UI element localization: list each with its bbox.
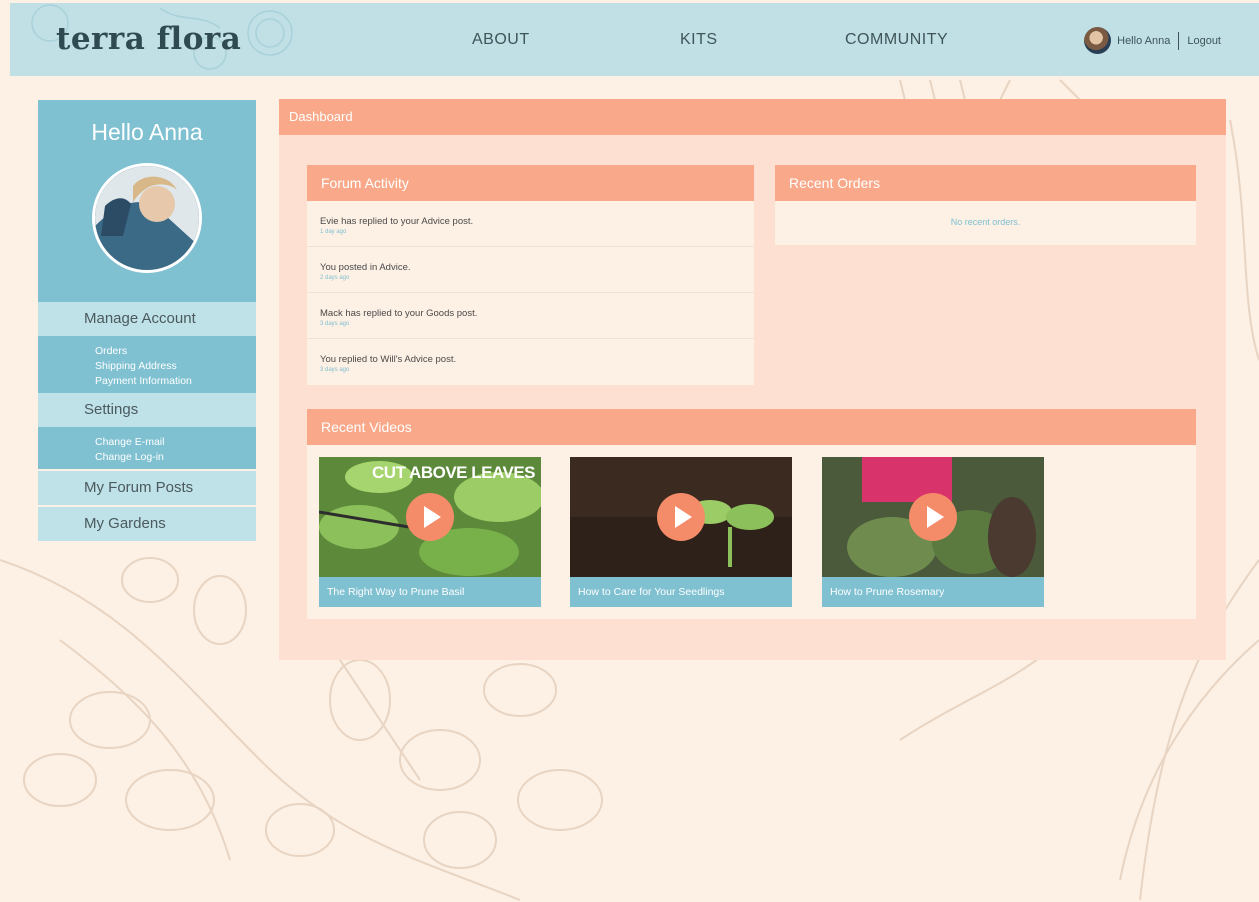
play-icon[interactable] [406, 493, 454, 541]
video-caption[interactable]: How to Prune Rosemary [822, 577, 1044, 607]
no-orders-message: No recent orders. [950, 217, 1021, 227]
account-sidebar: Hello Anna Manage Account Orders Shippin… [38, 100, 256, 541]
forum-activity-item[interactable]: You posted in Advice. 2 days ago [307, 247, 754, 293]
user-area-divider [1178, 31, 1180, 50]
logout-link[interactable]: Logout [1187, 35, 1221, 47]
forum-activity-text: Mack has replied to your Goods post. [320, 308, 478, 319]
profile-photo[interactable] [92, 163, 202, 273]
profile-photo-illustration [95, 166, 199, 270]
forum-activity-item[interactable]: Mack has replied to your Goods post. 3 d… [307, 293, 754, 339]
sidebar-link-payment-information[interactable]: Payment Information [95, 374, 256, 389]
recent-videos-card: Recent Videos CUT ABOVE LEAVES The Right… [307, 409, 1196, 619]
sidebar-link-change-login[interactable]: Change Log-in [95, 450, 256, 465]
user-greeting: Hello Anna [1117, 34, 1171, 47]
settings-submenu: Change E-mail Change Log-in [38, 427, 256, 469]
forum-activity-text: Evie has replied to your Advice post. [320, 216, 474, 227]
video-caption[interactable]: How to Care for Your Seedlings [570, 577, 792, 607]
video-card-prune-basil[interactable]: CUT ABOVE LEAVES The Right Way to Prune … [319, 457, 541, 607]
forum-activity-card: Forum Activity Evie has replied to your … [307, 165, 754, 385]
user-avatar[interactable] [1084, 27, 1112, 54]
forum-activity-item[interactable]: You replied to Will's Advice post. 3 day… [307, 339, 754, 385]
user-area: Hello Anna Logout [1084, 27, 1221, 54]
manage-account-submenu: Orders Shipping Address Payment Informat… [38, 336, 256, 393]
recent-videos-title: Recent Videos [307, 409, 1196, 445]
forum-activity-time: 2 days ago [320, 275, 350, 281]
forum-activity-title: Forum Activity [307, 165, 754, 201]
top-header: terra flora ABOUT KITS COMMUNITY Hello A… [10, 3, 1259, 76]
nav-community[interactable]: COMMUNITY [845, 31, 948, 49]
profile-card: Hello Anna [38, 100, 256, 302]
video-caption[interactable]: The Right Way to Prune Basil [319, 577, 541, 607]
sidebar-link-change-email[interactable]: Change E-mail [95, 435, 256, 450]
forum-activity-text: You replied to Will's Advice post. [320, 354, 457, 365]
video-thumbnail[interactable]: CUT ABOVE LEAVES [319, 457, 541, 577]
video-card-seedlings[interactable]: How to Care for Your Seedlings [570, 457, 792, 607]
dashboard-panel: Dashboard Forum Activity Evie has replie… [279, 99, 1226, 660]
forum-activity-text: You posted in Advice. [320, 262, 411, 273]
sidebar-item-manage-account[interactable]: Manage Account [38, 302, 256, 336]
nav-kits[interactable]: KITS [680, 31, 718, 49]
nav-about[interactable]: ABOUT [472, 31, 530, 49]
sidebar-link-shipping-address[interactable]: Shipping Address [95, 359, 256, 374]
sidebar-item-my-forum-posts[interactable]: My Forum Posts [38, 471, 256, 505]
video-card-prune-rosemary[interactable]: How to Prune Rosemary [822, 457, 1044, 607]
play-icon[interactable] [657, 493, 705, 541]
forum-activity-time: 3 days ago [320, 321, 350, 327]
forum-activity-time: 3 days ago [320, 367, 350, 373]
dashboard-title: Dashboard [279, 99, 1226, 135]
play-icon[interactable] [909, 493, 957, 541]
video-thumbnail[interactable] [822, 457, 1044, 577]
forum-activity-item[interactable]: Evie has replied to your Advice post. 1 … [307, 201, 754, 247]
video-thumbnail[interactable] [570, 457, 792, 577]
forum-activity-time: 1 day ago [320, 229, 347, 235]
sidebar-item-settings[interactable]: Settings [38, 393, 256, 427]
video-thumbnail-text: CUT ABOVE LEAVES [372, 463, 535, 482]
sidebar-link-orders[interactable]: Orders [95, 344, 256, 359]
profile-greeting: Hello Anna [91, 119, 203, 145]
recent-orders-title: Recent Orders [775, 165, 1196, 201]
recent-orders-card: Recent Orders No recent orders. [775, 165, 1196, 245]
brand-logo[interactable]: terra flora [56, 21, 241, 57]
sidebar-item-my-gardens[interactable]: My Gardens [38, 507, 256, 541]
